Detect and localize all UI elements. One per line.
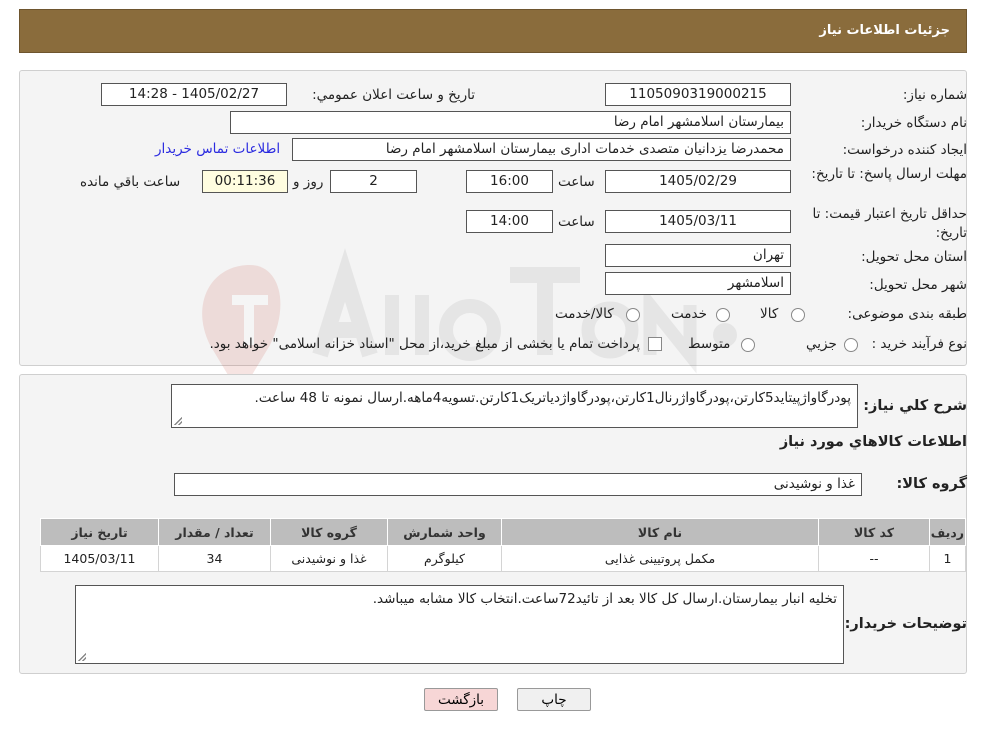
goods-table: رديف کد کالا نام کالا واحد شمارش گروه کا… xyxy=(40,518,966,572)
buyer-org-label: نام دستگاه خريدار: xyxy=(860,115,967,131)
delivery-city-label: شهر محل تحويل: xyxy=(869,277,967,293)
col-goods-group: گروه کالا xyxy=(270,518,388,546)
cell-quantity: 34 xyxy=(158,545,271,572)
purchase-minor-radio[interactable] xyxy=(844,338,858,352)
remaining-time-field: 00:11:36 xyxy=(202,170,288,193)
announce-datetime-field: 1405/02/27 - 14:28 xyxy=(101,83,287,106)
col-quantity: تعداد / مقدار xyxy=(158,518,271,546)
buyer-org-field: بیمارستان اسلامشهر امام رضا xyxy=(230,111,791,134)
col-unit: واحد شمارش xyxy=(387,518,502,546)
category-service-radio[interactable] xyxy=(716,308,730,322)
delivery-province-label: استان محل تحويل: xyxy=(861,249,967,265)
buyer-notes-textarea[interactable]: تخلیه انبار بیمارستان.ارسال کل کالا بعد … xyxy=(75,585,844,664)
goods-group-field: غذا و نوشیدنی xyxy=(174,473,862,496)
col-goods-name: نام کالا xyxy=(501,518,819,546)
treasury-checkbox[interactable] xyxy=(648,337,662,351)
purchase-note: پرداخت تمام یا بخشی از مبلغ خرید،از محل … xyxy=(209,336,640,352)
general-desc-label: شرح كلي نياز: xyxy=(863,398,967,414)
price-validity-label: حداقل تاريخ اعتبار قيمت: تا تاريخ: xyxy=(812,206,967,241)
back-button[interactable]: بازگشت xyxy=(424,688,498,711)
page-title: جزئیات اطلاعات نیاز xyxy=(819,23,950,38)
cell-row-number: 1 xyxy=(929,545,966,572)
page-header: جزئیات اطلاعات نیاز xyxy=(19,9,967,53)
delivery-province-field: تهران xyxy=(605,244,791,267)
announce-datetime-label: تاريخ و ساعت اعلان عمومي: xyxy=(312,87,475,103)
reply-date-field: 1405/02/29 xyxy=(605,170,791,193)
cell-goods-name: مکمل پروتیینی غذایی xyxy=(501,545,819,572)
category-goods-service-radio[interactable] xyxy=(626,308,640,322)
cell-goods-code: -- xyxy=(818,545,930,572)
reply-time-field: 16:00 xyxy=(466,170,553,193)
validity-time-label: ساعت xyxy=(558,214,595,230)
goods-group-label: گروه کالا: xyxy=(896,476,967,492)
col-goods-code: کد کالا xyxy=(818,518,930,546)
buyer-contact-link[interactable]: اطلاعات تماس خريدار xyxy=(155,141,280,157)
category-service-label: خدمت xyxy=(671,306,707,322)
need-number-field: 1105090319000215 xyxy=(605,83,791,106)
validity-time-field: 14:00 xyxy=(466,210,553,233)
category-label: طبقه بندی موضوعی: xyxy=(847,306,967,322)
col-need-date: تاريخ نياز xyxy=(40,518,159,546)
resize-grip-icon[interactable] xyxy=(174,417,182,425)
reply-deadline-label: مهلت ارسال پاسخ: تا تاريخ: xyxy=(811,166,967,182)
need-number-label: شماره نیاز: xyxy=(902,87,967,103)
category-goods-label: کالا xyxy=(760,306,779,322)
requester-label: ایجاد کننده درخواست: xyxy=(842,142,967,158)
table-header-row: رديف کد کالا نام کالا واحد شمارش گروه کا… xyxy=(40,518,966,546)
cell-need-date: 1405/03/11 xyxy=(40,545,159,572)
print-button[interactable]: چاپ xyxy=(517,688,591,711)
reply-time-label: ساعت xyxy=(558,174,595,190)
validity-date-field: 1405/03/11 xyxy=(605,210,791,233)
cell-unit: کیلوگرم xyxy=(387,545,502,572)
purchase-medium-label: متوسط xyxy=(688,336,731,352)
goods-info-heading: اطلاعات كالاهاي مورد نياز xyxy=(779,434,967,450)
days-and-label: روز و xyxy=(293,174,324,190)
purchase-minor-label: جزيي xyxy=(806,336,837,352)
table-row: 1 -- مکمل پروتیینی غذایی کیلوگرم غذا و ن… xyxy=(40,545,966,572)
category-goods-radio[interactable] xyxy=(791,308,805,322)
category-goods-service-label: کالا/خدمت xyxy=(555,306,614,322)
purchase-medium-radio[interactable] xyxy=(741,338,755,352)
buyer-notes-label: توضیحات خریدار: xyxy=(844,616,967,632)
col-row-number: رديف xyxy=(929,518,966,546)
reply-days-field: 2 xyxy=(330,170,417,193)
general-desc-textarea[interactable]: پودرگاواژپیتاید5کارتن،پودرگاواژرنال1کارت… xyxy=(171,384,858,428)
cell-goods-group: غذا و نوشیدنی xyxy=(270,545,388,572)
delivery-city-field: اسلامشهر xyxy=(605,272,791,295)
resize-grip-icon[interactable] xyxy=(78,653,86,661)
remaining-label: ساعت باقي مانده xyxy=(80,174,181,190)
purchase-process-label: نوع فرآيند خريد : xyxy=(871,336,967,352)
requester-field: محمدرضا یزدانیان متصدی خدمات اداری بیمار… xyxy=(292,138,791,161)
